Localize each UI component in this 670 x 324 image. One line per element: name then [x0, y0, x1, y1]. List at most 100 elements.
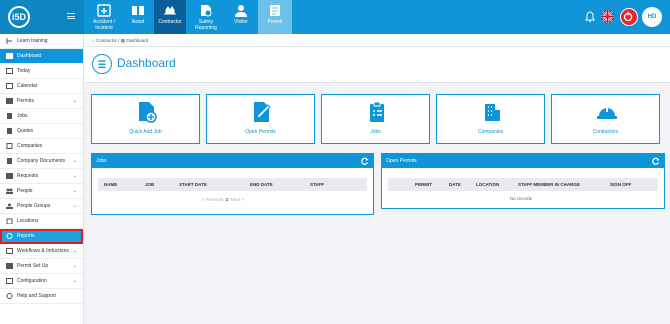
- tile-companies[interactable]: Companies: [436, 94, 545, 144]
- pager-page[interactable]: 1: [226, 197, 229, 202]
- chevron-down-icon: ⌄: [72, 188, 77, 194]
- chevron-down-icon: ⌄: [72, 278, 77, 284]
- alert-icon: [623, 11, 633, 22]
- nav-contractor[interactable]: Contractor: [154, 0, 186, 34]
- breadcrumb-root[interactable]: Contractor: [96, 38, 117, 43]
- sidebar-item-company-documents[interactable]: Company Documents ⌄: [0, 154, 83, 169]
- permit-icon: [270, 5, 280, 16]
- sidebar-item-today[interactable]: Today: [0, 64, 83, 79]
- sidebar-item-configuration[interactable]: Configuration ⌄: [0, 274, 83, 289]
- user-avatar[interactable]: HD: [642, 7, 662, 27]
- column-header[interactable]: SIGN OFF: [610, 178, 631, 191]
- sidebar-item-label: Dashboard: [17, 53, 42, 59]
- nav-accident-incident[interactable]: Accident / Incident: [86, 0, 122, 34]
- nav-safety-reporting[interactable]: Safety Reporting: [188, 0, 224, 34]
- nav-label: Visitor: [234, 19, 248, 25]
- companies-icon: [6, 143, 13, 149]
- nav-label: Permit: [267, 19, 283, 25]
- sidebar-item-label: Help and Support: [17, 293, 56, 299]
- tile-open-permits[interactable]: Open Permits: [206, 94, 315, 144]
- nav-asset[interactable]: Asset: [124, 0, 152, 34]
- sidebar-item-jobs[interactable]: Jobs: [0, 109, 83, 124]
- column-header[interactable]: STAFF MEMBER IN CHARGE: [518, 178, 580, 191]
- sidebar-item-label: Calendar: [17, 83, 38, 89]
- sidebar-item-reports[interactable]: Reports: [0, 229, 83, 244]
- chevron-down-icon: ⌄: [72, 263, 77, 269]
- sidebar-item-label: People: [17, 188, 33, 194]
- sidebar-item-permits[interactable]: Permits ⌄: [0, 94, 83, 109]
- requests-icon: [6, 173, 13, 179]
- chevron-down-icon: ⌄: [72, 248, 77, 254]
- visitor-icon: [235, 5, 247, 17]
- chevron-down-icon: ⌄: [72, 98, 77, 104]
- sidebar-item-label: Locations: [17, 218, 39, 224]
- pager-previous[interactable]: « Previous: [202, 197, 223, 202]
- sidebar-item-learn-training[interactable]: Learn training: [0, 34, 83, 49]
- refresh-icon[interactable]: [361, 157, 369, 165]
- tile-label: Contractors: [592, 129, 619, 135]
- column-header[interactable]: LOCATION: [476, 178, 499, 191]
- nav-permit[interactable]: Permit: [258, 0, 292, 34]
- permit-setup-icon: [6, 263, 13, 269]
- sidebar-item-help-support[interactable]: Help and Support: [0, 289, 83, 304]
- sidebar-item-label: Workflows & Inductions: [17, 248, 69, 254]
- reports-icon: [6, 233, 13, 239]
- column-header[interactable]: END DATE: [250, 178, 273, 191]
- permits-icon: [6, 98, 13, 104]
- menu-toggle-icon[interactable]: [67, 13, 75, 19]
- column-header[interactable]: DATE: [449, 178, 461, 191]
- tile-quick-add-job[interactable]: Quick Add Job: [91, 94, 200, 144]
- sidebar-item-dashboard[interactable]: Dashboard: [0, 49, 83, 64]
- tile-label: Open Permits: [245, 129, 276, 135]
- app-logo[interactable]: i5D: [8, 6, 30, 28]
- sidebar-item-label: Company Documents: [17, 158, 66, 164]
- tile-jobs[interactable]: Jobs: [321, 94, 430, 144]
- tile-contractors[interactable]: Contractors: [551, 94, 660, 144]
- refresh-icon[interactable]: [652, 157, 660, 165]
- learn-icon: [6, 38, 12, 44]
- sidebar-item-people[interactable]: People ⌄: [0, 184, 83, 199]
- dashboard-icon: [92, 54, 112, 74]
- sidebar-item-locations[interactable]: Locations: [0, 214, 83, 229]
- quotes-icon: [7, 128, 12, 134]
- workflows-icon: [6, 248, 13, 254]
- uk-flag-icon[interactable]: [601, 10, 614, 23]
- chevron-down-icon: ⌄: [72, 158, 77, 164]
- open-permits-icon: [254, 102, 271, 122]
- documents-icon: [7, 158, 12, 164]
- sidebar-item-companies[interactable]: Companies: [0, 139, 83, 154]
- column-header[interactable]: PERMIT: [415, 178, 432, 191]
- sidebar-item-permit-set-up[interactable]: Permit Set Up ⌄: [0, 259, 83, 274]
- sidebar-item-people-groups[interactable]: People Groups ⌄: [0, 199, 83, 214]
- sidebar-item-label: Permits: [17, 98, 34, 104]
- sidebar-item-requests[interactable]: Requests ⌄: [0, 169, 83, 184]
- home-icon: ⌂: [92, 38, 95, 43]
- column-header[interactable]: NAME: [104, 178, 117, 191]
- notification-bell-icon[interactable]: [585, 11, 595, 22]
- emergency-alert-button[interactable]: [620, 8, 638, 26]
- sidebar-item-label: People Groups: [17, 203, 51, 209]
- sidebar-item-quotes[interactable]: Quotes: [0, 124, 83, 139]
- sidebar-item-workflows-inductions[interactable]: Workflows & Inductions ⌄: [0, 244, 83, 259]
- column-header[interactable]: START DATE: [179, 178, 207, 191]
- sidebar-item-label: Configuration: [17, 278, 47, 284]
- nav-label: Accident / Incident: [93, 19, 115, 31]
- sidebar-item-label: Jobs: [17, 113, 28, 119]
- breadcrumb-separator: /: [118, 38, 120, 43]
- column-header[interactable]: JOB: [145, 178, 154, 191]
- sidebar-item-calendar[interactable]: Calendar: [0, 79, 83, 94]
- nav-visitor[interactable]: Visitor: [226, 0, 256, 34]
- column-header[interactable]: STAFF: [310, 178, 324, 191]
- permits-table-header: PERMIT DATE LOCATION STAFF MEMBER IN CHA…: [388, 178, 658, 191]
- tile-label: Companies: [477, 129, 504, 135]
- sidebar: Learn training Dashboard Today Calendar …: [0, 34, 84, 324]
- jobs-icon: [7, 113, 12, 119]
- calendar-icon: [6, 83, 13, 89]
- chevron-down-icon: ⌄: [72, 173, 77, 179]
- panel-title: Open Permits: [386, 158, 417, 164]
- pagination: « Previous 1 Next »: [202, 197, 244, 202]
- nav-label: Contractor: [158, 19, 182, 25]
- pager-next[interactable]: Next »: [231, 197, 244, 202]
- breadcrumb: ⌂ Contractor / ▦ Dashboard: [84, 34, 670, 47]
- quick-add-job-icon: [139, 102, 157, 123]
